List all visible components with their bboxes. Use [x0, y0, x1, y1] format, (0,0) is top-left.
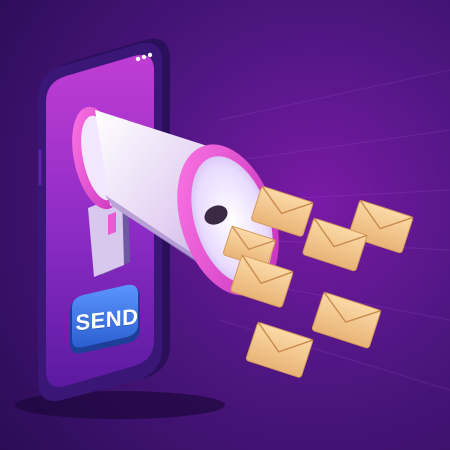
- illustration-canvas: SEND: [0, 0, 450, 450]
- envelope-icon: [230, 254, 294, 308]
- envelope-icon: [245, 321, 314, 378]
- marketing-illustration: [15, 38, 450, 419]
- envelope-icon: [311, 291, 382, 349]
